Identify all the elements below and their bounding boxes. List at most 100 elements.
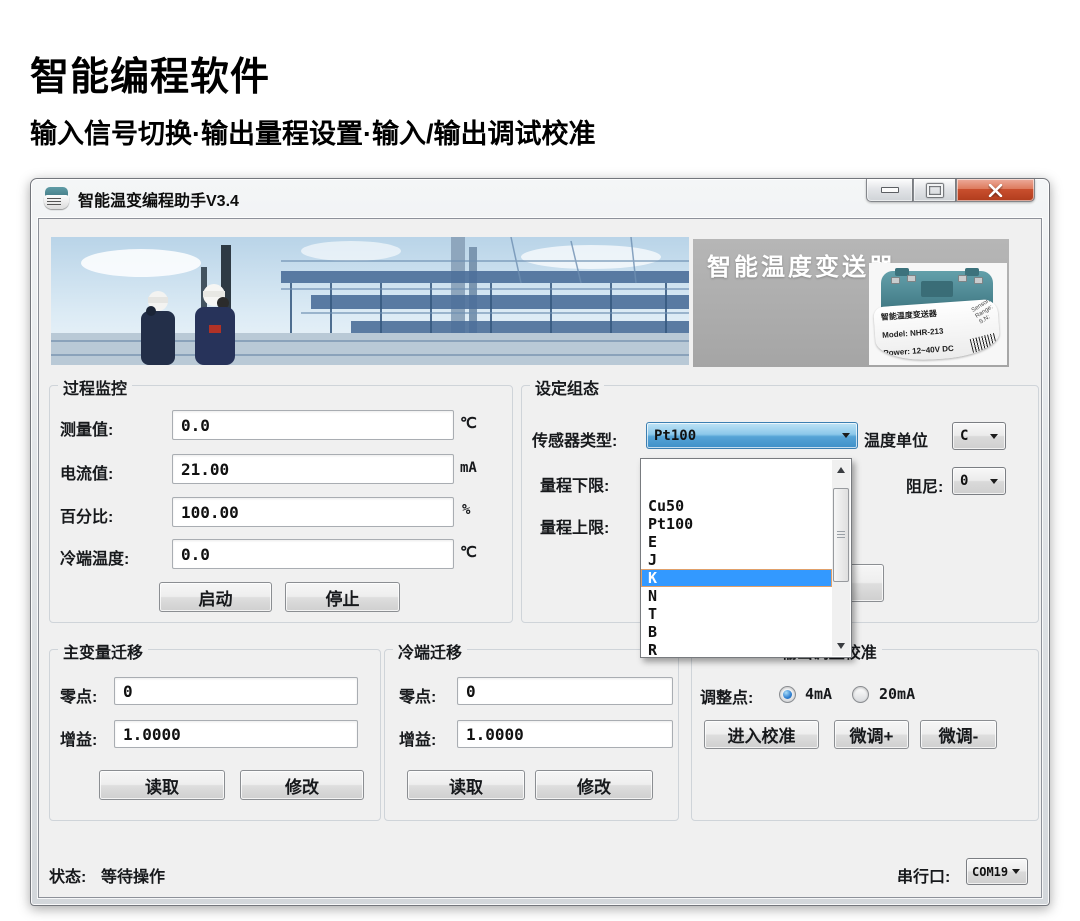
group-title: 设定组态 [530,375,604,399]
group-process-monitor: 过程监控 测量值: 0.0 ℃ 电流值: 21.00 mA 百分比: 100.0… [49,385,513,623]
product-photo: 智能温度变送器 Model: NHR-213 Power: 12~40V DC … [869,263,1007,365]
chevron-down-icon [842,433,850,438]
minimize-button[interactable] [866,179,913,202]
scroll-up-button[interactable] [832,462,850,478]
cold-modify-button[interactable]: 修改 [535,770,653,800]
measured-value-label: 测量值: [60,416,113,440]
temp-unit-value: C [953,428,990,444]
dropdown-item-J[interactable]: J [641,551,832,569]
main-read-button[interactable]: 读取 [99,770,225,800]
radio-4ma[interactable] [779,686,796,703]
group-main-shift: 主变量迁移 零点: 0 增益: 1.0000 读取 修改 [49,649,381,821]
range-low-label: 量程下限: [540,472,609,496]
sensor-type-dropdown-list[interactable]: Cu50Pt100EJKNTBR [640,458,852,658]
dropdown-item-R[interactable]: R [641,641,832,659]
sensor-type-label: 传感器类型: [532,427,617,451]
close-button[interactable] [956,179,1035,202]
zero-label: 零点: [60,683,97,707]
cold-junction-temp-field[interactable]: 0.0 [172,539,454,569]
status-value: 等待操作 [101,863,165,887]
device-label-line2: Model: NHR-213 [875,327,944,341]
current-value-label: 电流值: [60,460,113,484]
device-label-line1: 智能温度变送器 [873,304,937,322]
dropdown-item-blank[interactable] [641,479,832,497]
cold-gain-field[interactable]: 1.0000 [457,720,673,748]
window-controls [866,179,1035,202]
damping-combo[interactable]: 0 [952,467,1006,495]
percent-field[interactable]: 100.00 [172,497,454,527]
window-title: 智能温变编程助手V3.4 [78,187,239,211]
dropdown-scrollbar[interactable] [832,460,850,656]
scrollbar-thumb[interactable] [833,488,849,582]
status-label: 状态: [49,863,86,887]
main-gain-field[interactable]: 1.0000 [114,720,358,748]
sensor-type-combo[interactable]: Pt100 [646,422,858,449]
serial-port-label: 串行口: [897,863,950,887]
damping-label: 阻尼: [906,473,943,497]
close-icon [988,184,1003,197]
dropdown-item-Pt100[interactable]: Pt100 [641,515,832,533]
serial-port-combo[interactable]: COM19 [966,858,1028,885]
banner-product-panel: 智能温度变送器 智能温度变送器 Model: NHR-213 [693,239,1009,367]
chevron-down-icon [1012,869,1020,874]
group-title: 冷端迁移 [393,639,467,663]
cold-junction-temp-label: 冷端温度: [60,545,129,569]
scrollbar-grip-icon [837,531,845,539]
app-window: 智能温变编程助手V3.4 [30,178,1050,906]
current-value-field[interactable]: 21.00 [172,454,454,484]
cold-zero-field[interactable]: 0 [457,677,673,705]
dropdown-item-N[interactable]: N [641,587,832,605]
temp-unit-combo[interactable]: C [952,422,1006,450]
measured-value-unit: ℃ [460,414,477,432]
device-barcode [970,333,999,353]
scroll-down-button[interactable] [832,638,850,654]
main-zero-field[interactable]: 0 [114,677,358,705]
gain-label: 增益: [399,726,436,750]
current-value-unit: mA [460,460,477,476]
chevron-down-icon [990,479,998,484]
radio-20ma-label[interactable]: 20mA [879,685,915,703]
page-title: 智能编程软件 [30,46,270,102]
radio-20ma[interactable] [852,686,869,703]
device-label: 智能温度变送器 Model: NHR-213 Power: 12~40V DC … [873,299,1001,364]
dropdown-item-B[interactable]: B [641,623,832,641]
maximize-icon [927,184,943,197]
radio-4ma-label[interactable]: 4mA [805,685,832,703]
dropdown-item-T[interactable]: T [641,605,832,623]
device-side-text: Sensor: Range: S.N: [971,299,1000,327]
dropdown-item-blank[interactable] [641,461,832,479]
cold-read-button[interactable]: 读取 [407,770,525,800]
percent-label: 百分比: [60,503,113,527]
cold-junction-temp-unit: ℃ [460,543,477,561]
fine-tune-plus-button[interactable]: 微调+ [834,720,909,749]
app-icon [43,186,70,211]
stop-button[interactable]: 停止 [285,582,400,612]
group-title: 主变量迁移 [58,639,148,663]
dropdown-item-Cu50[interactable]: Cu50 [641,497,832,515]
scroll-up-icon [837,467,845,473]
adjust-point-label: 调整点: [700,684,753,708]
gain-label: 增益: [60,726,97,750]
fine-tune-minus-button[interactable]: 微调- [920,720,997,749]
main-modify-button[interactable]: 修改 [240,770,364,800]
device-label-line3: Power: 12~40V DC [876,344,954,358]
enter-calibration-button[interactable]: 进入校准 [704,720,819,749]
start-button[interactable]: 启动 [159,582,272,612]
title-bar[interactable]: 智能温变编程助手V3.4 [31,179,1049,218]
banner-photo [51,237,689,365]
page-root: 智能编程软件 输入信号切换·输出量程设置·输入/输出调试校准 智能温变编程助手V… [0,0,1080,921]
scroll-down-icon [837,643,845,649]
dropdown-item-E[interactable]: E [641,533,832,551]
banner-headline: 智能温度变送器 [707,247,896,282]
zero-label: 零点: [399,683,436,707]
range-high-label: 量程上限: [540,514,609,538]
status-bar: 状态: 等待操作 串行口: COM19 [39,849,1041,897]
group-cold-shift: 冷端迁移 零点: 0 增益: 1.0000 读取 修改 [384,649,679,821]
chevron-down-icon [990,434,998,439]
dropdown-item-K[interactable]: K [641,569,832,587]
measured-value-field[interactable]: 0.0 [172,410,454,440]
group-calibration: 4-20mA输出调整校准 调整点: 4mA 20mA 进入校准 微调+ 微调- [691,649,1039,821]
sensor-type-value: Pt100 [647,428,842,444]
maximize-button[interactable] [913,179,956,202]
serial-port-value: COM19 [967,865,1012,879]
